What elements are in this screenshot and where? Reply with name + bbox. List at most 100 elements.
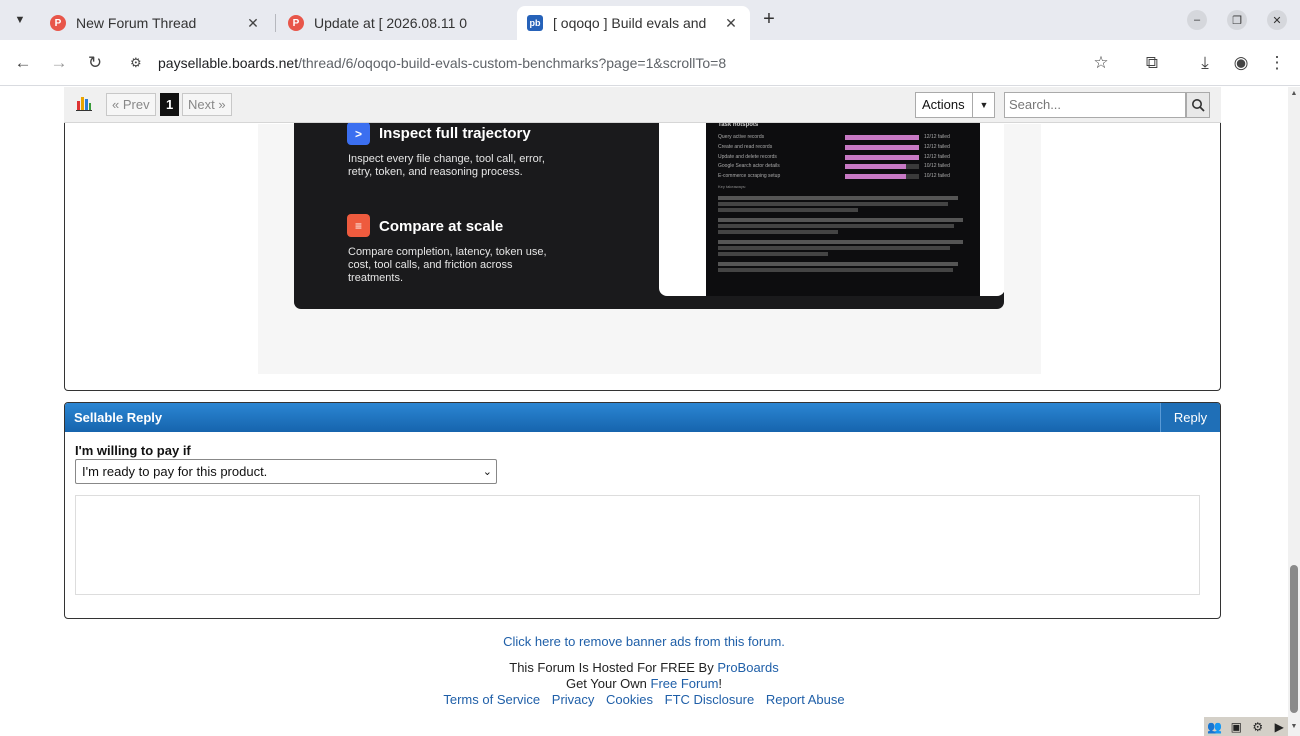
close-icon[interactable]: ✕ (244, 15, 262, 32)
hotspot-row: Google Search actor details 10/12 failed (718, 162, 968, 170)
ftc-disclosure-link[interactable]: FTC Disclosure (665, 692, 755, 707)
window-icon[interactable]: ▣ (1228, 719, 1246, 735)
window-close-icon[interactable]: ✕ (1267, 10, 1287, 30)
post-container: > Inspect full trajectory Inspect every … (64, 87, 1221, 391)
tab-strip: ▼ P New Forum Thread ✕ P Update at [ 202… (0, 0, 1300, 40)
back-icon[interactable]: ← (12, 52, 34, 74)
minimize-icon[interactable]: – (1187, 10, 1207, 30)
proboards-link[interactable]: ProBoards (717, 660, 778, 675)
hotspot-label: Query active records (718, 134, 765, 140)
tab-title: [ oqoqo ] Build evals and (553, 15, 707, 31)
layers-icon: ≡ (347, 214, 370, 237)
chevron-down-icon: ⌄ (482, 466, 492, 478)
hotspot-value: 10/12 failed (924, 163, 950, 169)
menu-icon[interactable]: ⋮ (1266, 52, 1288, 74)
scroll-down-icon[interactable]: ▼ (1290, 723, 1298, 731)
gear-icon[interactable]: ⚙ (1249, 719, 1267, 735)
url-text[interactable]: paysellable.boards.net/thread/6/oqoqo-bu… (158, 55, 726, 71)
terminal-icon: > (347, 122, 370, 145)
stats-icon[interactable] (76, 95, 92, 111)
remove-ads-link[interactable]: Click here to remove banner ads from thi… (503, 634, 785, 649)
cookies-link[interactable]: Cookies (606, 692, 653, 707)
forum-page: > Inspect full trajectory Inspect every … (0, 87, 1288, 736)
page-1-button[interactable]: 1 (160, 93, 180, 116)
hosted-by-text: This Forum Is Hosted For FREE By (509, 660, 718, 675)
task-hotspots-panel: Task hotspots Query active records 12/12… (706, 114, 980, 296)
remove-ads-line: Click here to remove banner ads from thi… (0, 634, 1288, 649)
search-input[interactable]: Search... (1004, 92, 1186, 118)
tab-update[interactable]: P Update at [ 2026.08.11 0 (278, 6, 512, 40)
free-forum-link[interactable]: Free Forum (651, 676, 719, 691)
hotspot-row: Query active records 12/12 failed (718, 133, 968, 141)
reload-icon[interactable]: ↻ (84, 52, 106, 74)
pay-condition-select[interactable]: I'm ready to pay for this product. ⌄ (75, 459, 497, 484)
hotspot-bar (845, 155, 919, 160)
url-path: /thread/6/oqoqo-build-evals-custom-bench… (298, 55, 727, 71)
hotspot-fill (845, 174, 907, 179)
hotspot-label: Create and read records (718, 144, 773, 150)
new-tab-icon[interactable]: + (758, 9, 780, 31)
takeaways-heading: Key takeaways: (718, 184, 747, 189)
hotspot-value: 12/12 failed (924, 154, 950, 160)
download-icon[interactable]: ⤓ (1194, 52, 1216, 74)
address-bar[interactable]: ⚙ paysellable.boards.net/thread/6/oqoqo-… (118, 46, 1128, 80)
reply-button[interactable]: Reply (1160, 403, 1220, 432)
free-forum-line: Get Your Own Free Forum! (0, 676, 1288, 691)
hotspot-fill (845, 155, 919, 160)
tab-search-icon[interactable]: ▼ (8, 8, 32, 32)
privacy-link[interactable]: Privacy (552, 692, 595, 707)
screenshot-frame: Task hotspots Query active records 12/12… (659, 114, 1004, 296)
bookmark-star-icon[interactable]: ☆ (1090, 52, 1112, 74)
page-scrollbar[interactable]: ▲ ▼ (1288, 87, 1300, 736)
terms-link[interactable]: Terms of Service (443, 692, 540, 707)
tab-build-evals-active[interactable]: pb [ oqoqo ] Build evals and ✕ (517, 6, 750, 40)
get-your-own-text: Get Your Own (565, 676, 651, 691)
tab-favicon: P (50, 15, 66, 31)
forward-icon[interactable]: → (48, 52, 70, 74)
tab-new-forum-thread[interactable]: P New Forum Thread ✕ (40, 6, 272, 40)
feature-title: Inspect full trajectory (379, 125, 531, 142)
chevron-down-icon[interactable]: ▼ (972, 92, 995, 118)
pay-condition-label: I'm willing to pay if (75, 443, 191, 458)
report-abuse-link[interactable]: Report Abuse (766, 692, 845, 707)
embedded-image: > Inspect full trajectory Inspect every … (294, 114, 1004, 309)
site-settings-icon[interactable]: ⚙ (130, 55, 148, 71)
profile-icon[interactable]: ◉ (1230, 52, 1252, 74)
pay-condition-value: I'm ready to pay for this product. (82, 464, 268, 479)
people-icon[interactable]: 👥 (1206, 719, 1224, 735)
hotspot-row: Create and read records 12/12 failed (718, 143, 968, 151)
hotspot-bar (845, 174, 919, 179)
hotspot-fill (845, 164, 907, 169)
url-host: paysellable.boards.net (158, 55, 299, 71)
scroll-up-icon[interactable]: ▲ (1290, 90, 1298, 98)
scrollbar-thumb[interactable] (1290, 565, 1298, 713)
reply-textarea[interactable] (75, 495, 1200, 595)
hotspot-label: Update and delete records (718, 154, 777, 160)
tab-favicon: P (288, 15, 304, 31)
exclamation-text: ! (718, 676, 723, 691)
tab-separator (275, 14, 276, 32)
tab-title: New Forum Thread (76, 15, 197, 31)
chevron-right-icon[interactable]: ▶ (1271, 719, 1289, 735)
takeaways-text (718, 194, 968, 284)
hotspot-value: 12/12 failed (924, 134, 950, 140)
restore-icon[interactable]: ❐ (1227, 10, 1247, 30)
close-icon[interactable]: ✕ (722, 15, 740, 32)
reply-header: Sellable Reply Reply (65, 403, 1220, 432)
hotspot-bar (845, 135, 919, 140)
hotspot-bar (845, 164, 919, 169)
footer-links: Terms of Service Privacy Cookies FTC Dis… (0, 692, 1288, 707)
hotspot-value: 12/12 failed (924, 144, 950, 150)
hotspot-row: Update and delete records 12/12 failed (718, 153, 968, 161)
hotspot-label: Google Search actor details (718, 163, 780, 169)
hotspot-bar (845, 145, 919, 150)
prev-page-button[interactable]: « Prev (106, 93, 156, 116)
reply-panel: Sellable Reply Reply I'm willing to pay … (64, 402, 1221, 619)
thread-toolbar: « Prev 1 Next » Actions ▼ Search... (64, 87, 1221, 123)
extensions-icon[interactable]: ⧉ (1141, 52, 1163, 74)
browser-toolbar: ← → ↻ ⚙ paysellable.boards.net/thread/6/… (0, 40, 1300, 86)
feature-description: Compare completion, latency, token use, … (348, 246, 547, 284)
next-page-button[interactable]: Next » (182, 93, 232, 116)
search-button[interactable] (1186, 92, 1210, 118)
tab-title: Update at [ 2026.08.11 0 (314, 15, 468, 31)
